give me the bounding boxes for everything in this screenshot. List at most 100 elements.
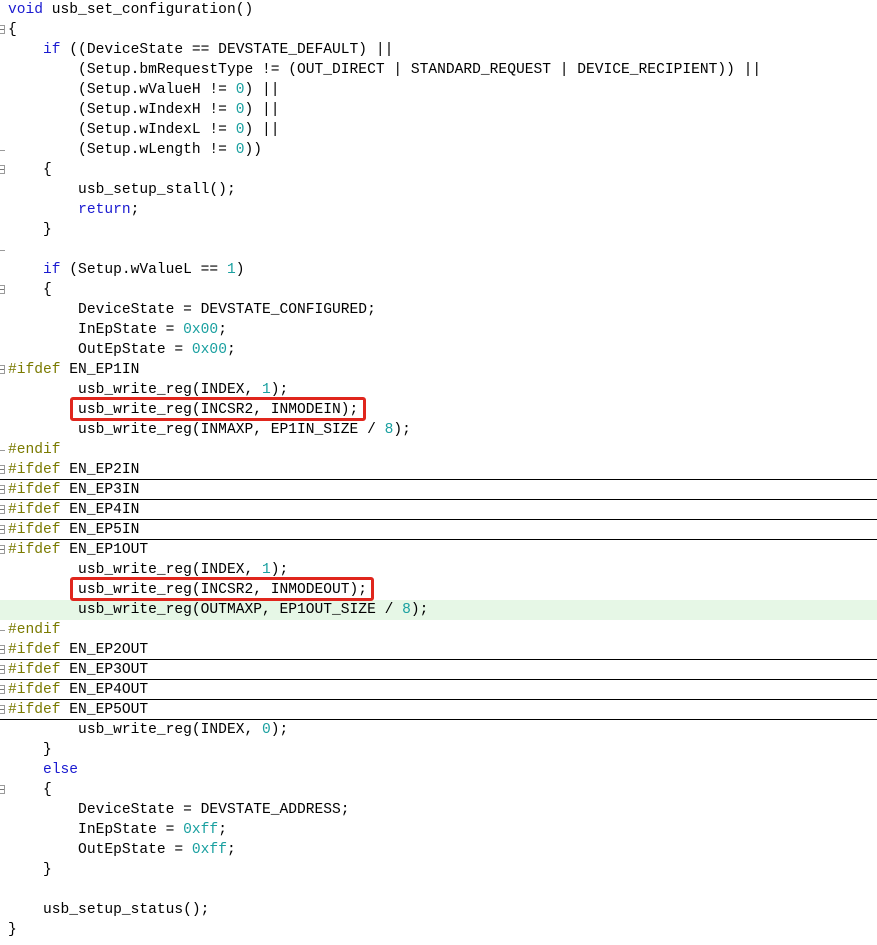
code-line[interactable]: (Setup.wIndexH != 0) || — [0, 100, 877, 120]
fold-toggle-icon[interactable] — [0, 660, 8, 680]
code-line[interactable]: usb_setup_status(); — [0, 900, 877, 920]
code-token: } — [8, 742, 52, 758]
code-line[interactable]: DeviceState = DEVSTATE_CONFIGURED; — [0, 300, 877, 320]
code-line[interactable]: usb_write_reg(INDEX, 1); — [0, 560, 877, 580]
code-line[interactable] — [0, 880, 877, 900]
fold-toggle-icon[interactable] — [0, 360, 8, 380]
code-token: ) || — [244, 122, 280, 138]
code-line[interactable]: OutEpState = 0x00; — [0, 340, 877, 360]
fold-toggle-icon[interactable] — [0, 460, 8, 480]
code-text: #ifdef EN_EP2OUT — [8, 640, 148, 660]
code-token: DeviceState = DEVSTATE_ADDRESS; — [8, 802, 350, 818]
code-token: EN_EP5IN — [60, 522, 140, 538]
code-line[interactable]: DeviceState = DEVSTATE_ADDRESS; — [0, 800, 877, 820]
code-text: if (Setup.wValueL == 1) — [8, 260, 244, 280]
fold-toggle-icon[interactable] — [0, 480, 8, 500]
fold-toggle-icon[interactable] — [0, 640, 8, 660]
code-editor[interactable]: void usb_set_configuration() { if ((Devic… — [0, 0, 877, 945]
code-text: (Setup.wLength != 0)) — [8, 140, 262, 160]
code-line[interactable]: #ifdef EN_EP3IN — [0, 480, 877, 500]
code-text: } — [8, 220, 52, 240]
preprocessor-token: #ifdef — [8, 702, 61, 718]
code-line[interactable]: #endif — [0, 440, 877, 460]
code-line[interactable]: (Setup.wValueH != 0) || — [0, 80, 877, 100]
code-text: #ifdef EN_EP5OUT — [8, 700, 148, 720]
code-line[interactable]: } — [0, 860, 877, 880]
code-text: return; — [8, 200, 139, 220]
code-line[interactable]: usb_write_reg(INDEX, 1); — [0, 380, 877, 400]
preprocessor-token: #ifdef — [8, 522, 61, 538]
code-token: EN_EP2IN — [60, 462, 140, 478]
code-text: void usb_set_configuration() — [8, 0, 253, 20]
code-token: DeviceState = DEVSTATE_CONFIGURED; — [8, 302, 376, 318]
code-line[interactable]: #ifdef EN_EP1OUT — [0, 540, 877, 560]
code-token: ; — [218, 822, 227, 838]
code-line[interactable]: #ifdef EN_EP5OUT — [0, 700, 877, 720]
fold-toggle-icon[interactable] — [0, 20, 8, 40]
code-line[interactable] — [0, 240, 877, 260]
code-text: #ifdef EN_EP3OUT — [8, 660, 148, 680]
code-line[interactable]: usb_write_reg(OUTMAXP, EP1OUT_SIZE / 8); — [0, 600, 877, 620]
code-token: ; — [226, 842, 236, 858]
code-token: )) — [244, 142, 262, 158]
code-line[interactable]: { — [0, 20, 877, 40]
code-text: { — [8, 780, 52, 800]
fold-toggle-icon[interactable] — [0, 160, 8, 180]
code-line[interactable]: { — [0, 280, 877, 300]
fold-toggle-icon[interactable] — [0, 680, 8, 700]
fold-toggle-icon[interactable] — [0, 280, 8, 300]
code-text: usb_write_reg(INDEX, 1); — [8, 560, 288, 580]
code-line[interactable]: usb_setup_stall(); — [0, 180, 877, 200]
code-line[interactable]: usb_write_reg(INDEX, 0); — [0, 720, 877, 740]
code-line[interactable]: (Setup.bmRequestType != (OUT_DIRECT | ST… — [0, 60, 877, 80]
number-token: 1 — [261, 382, 271, 398]
code-text: usb_write_reg(OUTMAXP, EP1OUT_SIZE / 8); — [8, 600, 428, 620]
code-line[interactable]: #ifdef EN_EP4IN — [0, 500, 877, 520]
preprocessor-token: #ifdef — [8, 642, 61, 658]
code-line[interactable]: usb_write_reg(INCSR2, INMODEOUT); — [0, 580, 877, 600]
code-line[interactable]: #endif — [0, 620, 877, 640]
code-line[interactable]: { — [0, 780, 877, 800]
preprocessor-token: #endif — [8, 442, 61, 458]
code-line[interactable]: #ifdef EN_EP1IN — [0, 360, 877, 380]
code-line[interactable]: #ifdef EN_EP5IN — [0, 520, 877, 540]
code-text: { — [8, 20, 17, 40]
code-line[interactable]: #ifdef EN_EP2IN — [0, 460, 877, 480]
code-text: usb_write_reg(INCSR2, INMODEOUT); — [8, 580, 367, 600]
code-line[interactable]: } — [0, 740, 877, 760]
code-token: (Setup.wLength != — [8, 142, 236, 158]
code-token: (Setup.wIndexH != — [8, 102, 236, 118]
code-line[interactable]: if (Setup.wValueL == 1) — [0, 260, 877, 280]
code-line[interactable]: (Setup.wIndexL != 0) || — [0, 120, 877, 140]
code-line[interactable]: else — [0, 760, 877, 780]
fold-toggle-icon[interactable] — [0, 500, 8, 520]
code-line[interactable]: return; — [0, 200, 877, 220]
code-line[interactable]: usb_write_reg(INMAXP, EP1IN_SIZE / 8); — [0, 420, 877, 440]
code-line[interactable]: { — [0, 160, 877, 180]
code-line[interactable]: #ifdef EN_EP4OUT — [0, 680, 877, 700]
fold-toggle-icon[interactable] — [0, 540, 8, 560]
code-line[interactable]: OutEpState = 0xff; — [0, 840, 877, 860]
code-line[interactable]: } — [0, 920, 877, 940]
preprocessor-token: #ifdef — [8, 542, 61, 558]
code-line[interactable]: void usb_set_configuration() — [0, 0, 877, 20]
code-line[interactable]: #ifdef EN_EP3OUT — [0, 660, 877, 680]
code-line[interactable]: #ifdef EN_EP2OUT — [0, 640, 877, 660]
fold-toggle-icon[interactable] — [0, 700, 8, 720]
code-token: } — [8, 862, 52, 878]
code-text: } — [8, 860, 52, 880]
code-line[interactable]: (Setup.wLength != 0)) — [0, 140, 877, 160]
code-token: ) || — [244, 82, 280, 98]
code-line[interactable]: InEpState = 0x00; — [0, 320, 877, 340]
fold-toggle-icon[interactable] — [0, 780, 8, 800]
code-line[interactable]: } — [0, 220, 877, 240]
code-line[interactable]: if ((DeviceState == DEVSTATE_DEFAULT) || — [0, 40, 877, 60]
fold-toggle-icon[interactable] — [0, 520, 8, 540]
code-text: usb_write_reg(INDEX, 0); — [8, 720, 288, 740]
code-line[interactable]: InEpState = 0xff; — [0, 820, 877, 840]
code-line[interactable]: usb_write_reg(INCSR2, INMODEIN); — [0, 400, 877, 420]
code-text: #ifdef EN_EP1IN — [8, 360, 139, 380]
code-text: DeviceState = DEVSTATE_CONFIGURED; — [8, 300, 376, 320]
